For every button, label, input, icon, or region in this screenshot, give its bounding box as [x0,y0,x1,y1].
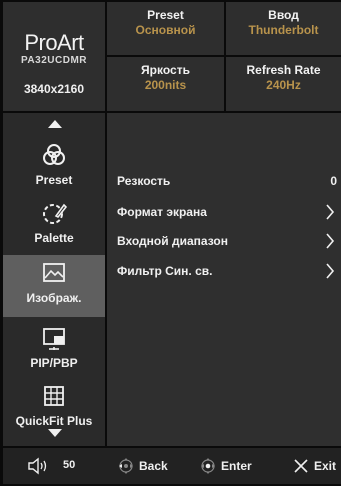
sidebar-item-label: Изображ. [26,291,82,305]
info-refresh-rate: Refresh Rate 240Hz [226,57,341,111]
exit-label: Exit [314,459,337,473]
footer-bar: 50 Back Enter Exit [3,448,341,484]
settings-panel: Резкость 0 Формат экрана Входной диапазо… [107,113,341,446]
chevron-right-icon [326,263,335,279]
image-icon [43,263,65,282]
menu-row-label: Входной диапазон [117,234,228,248]
speaker-icon [28,457,47,475]
back-button[interactable]: Back [117,448,187,484]
chevron-right-icon [326,204,335,220]
menu-row-value: 0 [330,174,337,188]
sidebar-item-label: PIP/PBP [30,356,78,370]
info-preset: Preset Основной [107,2,224,55]
info-input-label: Ввод [268,8,299,22]
back-label: Back [139,459,168,473]
info-brightness-label: Яркость [141,63,190,77]
menu-row-label: Резкость [117,174,171,188]
enter-button[interactable]: Enter [199,448,269,484]
sidebar-item-preset[interactable]: Preset [3,137,105,197]
preset-icon [43,144,65,165]
sidebar-item-pip-pbp[interactable]: PIP/PBP [3,320,105,380]
close-icon [294,459,308,473]
menu-row-sharpness[interactable]: Резкость 0 [107,168,341,194]
scroll-up-arrow-icon[interactable] [48,120,62,128]
menu-row-blue-light-filter[interactable]: Фильтр Син. св. [107,258,341,284]
chevron-right-icon [326,233,335,249]
pip-pbp-icon [43,328,65,350]
exit-button[interactable]: Exit [292,448,341,484]
menu-row-label: Фильтр Син. св. [117,264,213,278]
info-refresh-rate-value: 240Hz [266,78,301,92]
menu-row-input-range[interactable]: Входной диапазон [107,228,341,254]
model-name: PA32UCDMR [21,55,87,66]
volume-indicator: 50 [3,448,105,484]
info-input: Ввод Thunderbolt [226,2,341,55]
resolution-readout: 3840x2160 [23,82,85,96]
enter-label: Enter [221,459,252,473]
menu-row-aspect-ratio[interactable]: Формат экрана [107,199,341,225]
sidebar-item-label: QuickFit Plus [15,414,93,428]
sidebar-item-image[interactable]: Изображ. [3,255,105,317]
sidebar: Preset Palette Изображ. PIP/PBP QuickFit… [3,113,105,446]
brand-panel: ProArt PA32UCDMR 3840x2160 [3,2,105,111]
osd-menu: ProArt PA32UCDMR 3840x2160 Preset Основн… [0,0,341,486]
menu-row-label: Формат экрана [117,205,207,219]
joystick-left-icon [119,458,133,474]
info-preset-label: Preset [147,8,184,22]
info-preset-value: Основной [135,23,196,37]
volume-value: 50 [63,459,76,471]
sidebar-item-label: Palette [34,231,74,245]
palette-icon [43,203,67,224]
info-refresh-rate-label: Refresh Rate [246,63,321,77]
proart-logo: ProArt [24,30,84,55]
quickfit-grid-icon [44,386,64,406]
info-input-value: Thunderbolt [248,23,319,37]
info-brightness-value: 200nits [144,78,187,92]
info-brightness: Яркость 200nits [107,57,224,111]
sidebar-item-palette[interactable]: Palette [3,195,105,255]
joystick-press-icon [201,458,215,474]
sidebar-item-label: Preset [35,173,73,187]
scroll-down-arrow-icon[interactable] [48,429,62,437]
